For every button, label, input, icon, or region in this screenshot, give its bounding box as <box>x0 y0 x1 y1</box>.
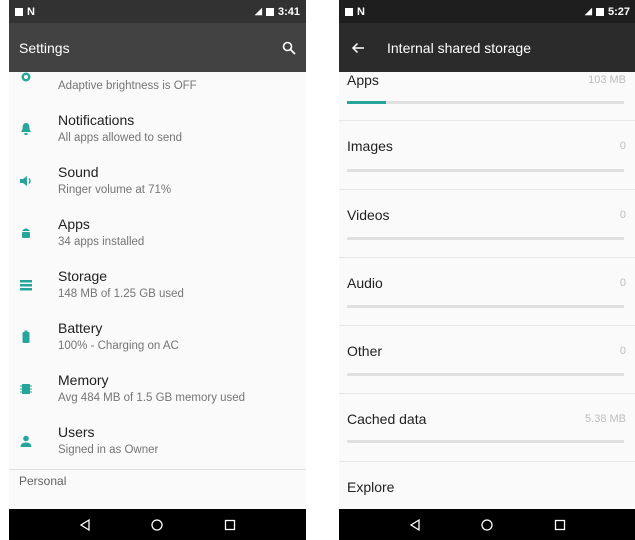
settings-item-subtitle: 148 MB of 1.25 GB used <box>58 288 184 300</box>
storage-item-size: 5.38 MB <box>585 413 626 425</box>
settings-list: Adaptive brightness is OFF Notifications… <box>9 72 306 509</box>
storage-item-cached-data[interactable]: Cached data 5.38 MB <box>339 394 635 462</box>
settings-item-subtitle: Ringer volume at 71% <box>58 184 172 196</box>
storage-item-size: 103 MB <box>588 74 626 86</box>
storage-item-size: 0 <box>619 345 626 357</box>
recents-square-icon[interactable] <box>553 518 567 532</box>
storage-item-audio[interactable]: Audio 0 <box>339 258 635 326</box>
storage-item-size: 0 <box>619 140 626 152</box>
storage-usage-bar <box>347 101 624 104</box>
settings-item-notifications[interactable]: Notifications All apps allowed to send <box>9 108 306 160</box>
storage-item-videos[interactable]: Videos 0 <box>339 190 635 258</box>
page-title: Settings <box>19 39 70 56</box>
signal-icon: ◢ <box>585 6 592 16</box>
battery-status-icon <box>265 7 274 16</box>
storage-item-size: 0 <box>619 209 626 221</box>
settings-item-title: Storage <box>58 268 108 284</box>
storage-screen: N ◢ 5:27 Internal shared storage Apps 10… <box>339 0 635 540</box>
storage-icon <box>20 280 32 291</box>
settings-item-title: Users <box>58 424 95 440</box>
storage-usage-bar <box>347 373 624 376</box>
back-triangle-icon[interactable] <box>78 518 92 532</box>
storage-list: Apps 103 MB Images 0 Videos 0 Audio 0 Ot… <box>339 72 635 509</box>
storage-item-apps[interactable]: Apps 103 MB <box>339 72 635 120</box>
bell-icon <box>21 123 31 135</box>
storage-usage-bar <box>347 169 624 172</box>
clock: 3:41 <box>277 5 300 18</box>
storage-item-other[interactable]: Other 0 <box>339 326 635 394</box>
search-icon[interactable] <box>282 41 296 55</box>
android-icon <box>22 228 30 238</box>
settings-item-sound[interactable]: Sound Ringer volume at 71% <box>9 160 306 212</box>
settings-item-memory[interactable]: Memory Avg 484 MB of 1.5 GB memory used <box>9 368 306 420</box>
settings-item-title: Battery <box>58 320 103 336</box>
storage-item-label: Apps <box>347 72 379 88</box>
toolbar: Internal shared storage <box>339 23 635 72</box>
person-icon <box>20 435 32 447</box>
storage-item-label: Other <box>347 343 383 359</box>
battery-icon <box>22 330 30 343</box>
navigation-bar <box>9 509 306 540</box>
home-circle-icon[interactable] <box>150 518 164 532</box>
toolbar: Settings <box>9 23 306 72</box>
settings-item-apps[interactable]: Apps 34 apps installed <box>9 212 306 264</box>
signal-icon: ◢ <box>255 6 262 16</box>
settings-item-subtitle: Signed in as Owner <box>58 444 159 456</box>
settings-item-subtitle: 34 apps installed <box>58 236 145 248</box>
page-title: Internal shared storage <box>387 39 531 56</box>
battery-status-icon <box>595 7 604 16</box>
settings-item-display[interactable]: Adaptive brightness is OFF <box>9 72 306 108</box>
settings-item-battery[interactable]: Battery 100% - Charging on AC <box>9 316 306 368</box>
recents-square-icon[interactable] <box>223 518 237 532</box>
storage-item-size: 0 <box>619 277 626 289</box>
divider <box>9 469 306 470</box>
clock: 5:27 <box>607 5 630 18</box>
storage-item-label: Videos <box>347 207 390 223</box>
storage-item-images[interactable]: Images 0 <box>339 121 635 189</box>
status-bar: N ◢ 5:27 <box>339 0 635 23</box>
storage-usage-bar <box>347 237 624 240</box>
storage-item-label: Cached data <box>347 411 427 427</box>
explore-label: Explore <box>347 479 395 495</box>
memory-icon <box>20 384 32 394</box>
settings-item-title: Sound <box>58 164 99 180</box>
storage-usage-fill <box>347 101 386 104</box>
settings-item-users[interactable]: Users Signed in as Owner <box>9 420 306 472</box>
nfc-icon: N <box>357 5 365 18</box>
status-bar: N ◢ 3:41 <box>9 0 306 23</box>
settings-item-title: Memory <box>58 372 109 388</box>
settings-item-title: Apps <box>58 216 90 232</box>
storage-item-label: Audio <box>347 275 383 291</box>
navigation-bar <box>339 509 635 540</box>
storage-usage-bar <box>347 440 624 443</box>
storage-usage-bar <box>347 305 624 308</box>
volume-icon <box>20 176 31 186</box>
brightness-icon <box>21 72 31 82</box>
screenshot-pair: N ◢ 3:41 Settings Adaptive brightness is… <box>0 0 635 540</box>
sd-card-icon <box>345 7 353 16</box>
storage-item-explore[interactable]: Explore <box>339 462 635 509</box>
back-triangle-icon[interactable] <box>408 518 422 532</box>
settings-item-subtitle: Adaptive brightness is OFF <box>58 80 197 92</box>
settings-item-subtitle: 100% - Charging on AC <box>58 340 179 352</box>
storage-item-label: Images <box>347 138 393 154</box>
settings-screen: N ◢ 3:41 Settings Adaptive brightness is… <box>9 0 306 540</box>
settings-item-title: Notifications <box>58 112 135 128</box>
sd-card-icon <box>15 7 23 16</box>
section-header-personal: Personal <box>19 474 67 488</box>
settings-item-subtitle: All apps allowed to send <box>58 132 183 144</box>
settings-item-subtitle: Avg 484 MB of 1.5 GB memory used <box>58 392 246 404</box>
nfc-icon: N <box>27 5 35 18</box>
settings-item-storage[interactable]: Storage 148 MB of 1.25 GB used <box>9 264 306 316</box>
home-circle-icon[interactable] <box>480 518 494 532</box>
arrow-back-icon[interactable] <box>351 41 365 55</box>
